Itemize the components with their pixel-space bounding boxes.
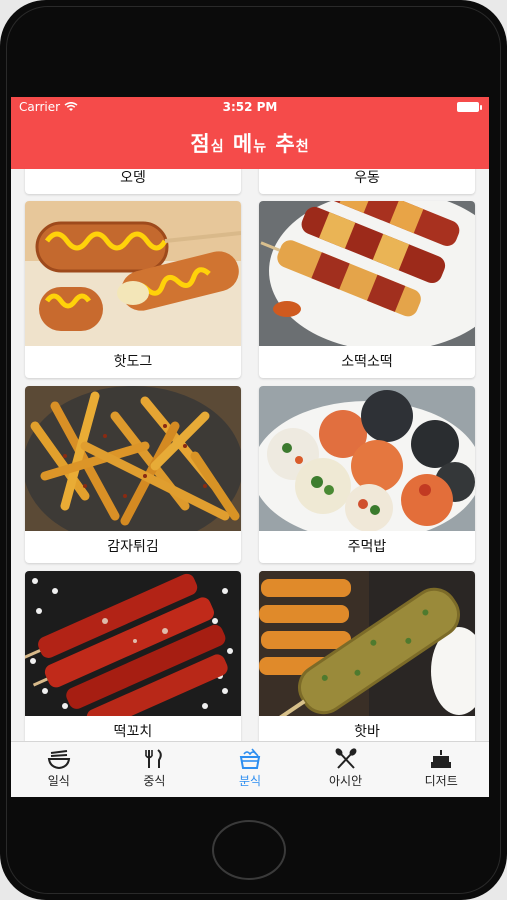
cake-icon xyxy=(431,750,452,768)
tteok-skewer-photo xyxy=(25,571,241,716)
cup-noodle-icon xyxy=(239,748,261,769)
menu-card-fishcake-bar[interactable]: 핫바 xyxy=(259,571,475,741)
menu-card-fries[interactable]: 감자튀김 xyxy=(25,386,241,563)
menu-card-label: 우동 xyxy=(354,170,380,186)
phone-frame: Carrier 3:52 PM 점심 메뉴 추천 오뎅 우동 핫도그 소떡소떡 … xyxy=(0,0,507,900)
menu-card-label: 소떡소떡 xyxy=(341,354,393,370)
menu-card-label: 오뎅 xyxy=(120,170,146,186)
nav-header: Carrier 3:52 PM 점심 메뉴 추천 xyxy=(11,97,489,169)
menu-grid: 오뎅 우동 핫도그 소떡소떡 감자튀김 주먹밥 떡꼬치 핫바 xyxy=(11,169,489,741)
menu-card-udong[interactable]: 우동 xyxy=(259,169,475,194)
tab-bar: 일식 중식 분식 아시안 디저트 xyxy=(11,741,489,797)
page-title: 점심 메뉴 추천 xyxy=(190,132,310,156)
tab-label: 일식 xyxy=(47,774,70,788)
menu-card-label: 핫도그 xyxy=(113,354,153,370)
fries-photo xyxy=(25,386,241,531)
menu-card-label: 주먹밥 xyxy=(347,539,387,555)
home-button[interactable] xyxy=(212,820,286,880)
rice-ball-photo xyxy=(259,386,475,531)
status-time: 3:52 PM xyxy=(222,100,278,114)
menu-card-rice-ball[interactable]: 주먹밥 xyxy=(259,386,475,563)
menu-card-label: 핫바 xyxy=(354,724,380,740)
hotdog-photo xyxy=(25,201,241,346)
tab-label: 디저트 xyxy=(424,774,458,788)
battery-icon xyxy=(457,102,482,112)
tab-snack[interactable]: 분식 xyxy=(202,742,298,797)
menu-card-odeng[interactable]: 오뎅 xyxy=(25,169,241,194)
tab-asian[interactable]: 아시안 xyxy=(298,742,394,797)
menu-card-tteok-skewer[interactable]: 떡꼬치 xyxy=(25,571,241,741)
menu-card-sotteok[interactable]: 소떡소떡 xyxy=(259,201,475,378)
fishcake-bar-photo xyxy=(259,571,475,716)
ramen-bowl-icon xyxy=(47,750,70,770)
sotteok-photo xyxy=(259,201,475,346)
fork-knife-icon xyxy=(145,749,163,768)
app-screen: Carrier 3:52 PM 점심 메뉴 추천 오뎅 우동 핫도그 소떡소떡 … xyxy=(11,97,489,797)
tab-chinese[interactable]: 중식 xyxy=(107,742,203,797)
tab-label: 분식 xyxy=(238,774,262,788)
menu-card-label: 떡꼬치 xyxy=(113,724,153,740)
tab-japanese[interactable]: 일식 xyxy=(11,742,107,797)
tab-label: 아시안 xyxy=(329,774,363,788)
crossed-utensils-icon xyxy=(335,748,357,769)
tab-label: 중식 xyxy=(143,774,166,788)
menu-card-label: 감자튀김 xyxy=(107,539,159,555)
menu-card-hotdog[interactable]: 핫도그 xyxy=(25,201,241,378)
status-bar: Carrier 3:52 PM xyxy=(11,97,489,117)
tab-dessert[interactable]: 디저트 xyxy=(393,742,489,797)
